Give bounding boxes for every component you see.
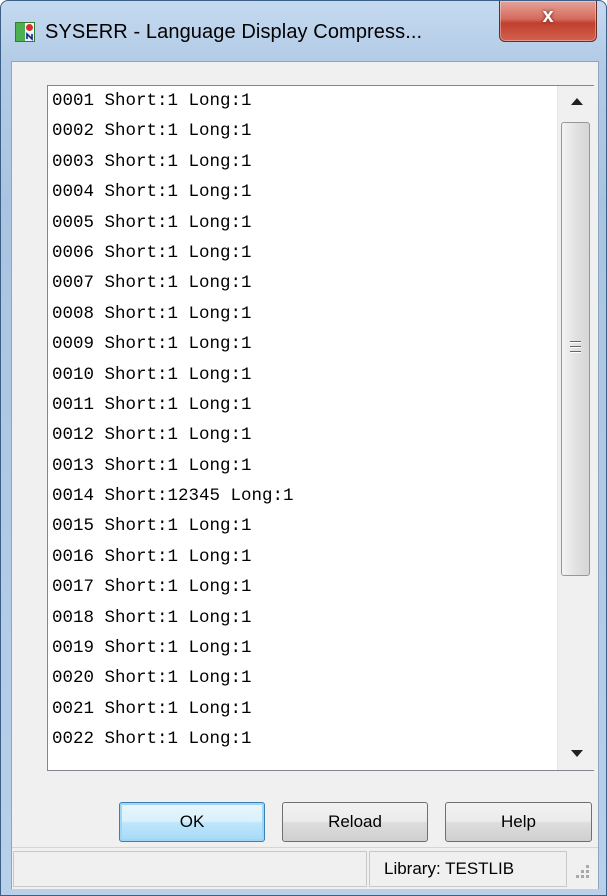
list-item[interactable]: 0006 Short:1 Long:1	[48, 238, 556, 268]
list-item[interactable]: 0018 Short:1 Long:1	[48, 603, 556, 633]
list-item[interactable]: 0004 Short:1 Long:1	[48, 177, 556, 207]
listbox-items: 0001 Short:1 Long:1 0002 Short:1 Long:1 00…	[48, 86, 556, 770]
window-title: SYSERR - Language Display Compress...	[45, 21, 423, 43]
scroll-up-button[interactable]	[558, 86, 594, 116]
reload-button[interactable]: Reload	[282, 802, 428, 842]
list-item[interactable]: 0007 Short:1 Long:1	[48, 268, 556, 298]
chevron-down-icon	[571, 750, 583, 757]
vertical-scrollbar[interactable]	[557, 86, 594, 770]
dialog-client-area: 0001 Short:1 Long:1 0002 Short:1 Long:1 00…	[11, 61, 599, 889]
list-item[interactable]: 0008 Short:1 Long:1	[48, 299, 556, 329]
list-item[interactable]: 0002 Short:1 Long:1	[48, 116, 556, 146]
list-item[interactable]: 0015 Short:1 Long:1	[48, 511, 556, 541]
scroll-thumb[interactable]	[561, 122, 590, 576]
chevron-up-icon	[571, 98, 583, 105]
list-item[interactable]: 0019 Short:1 Long:1	[48, 633, 556, 663]
list-item[interactable]: 0017 Short:1 Long:1	[48, 572, 556, 602]
help-button[interactable]: Help	[445, 802, 592, 842]
dialog-window: SYSERR - Language Display Compress... x …	[0, 0, 607, 896]
close-button[interactable]: x	[499, 1, 597, 42]
list-item[interactable]: 0001 Short:1 Long:1	[48, 86, 556, 116]
library-label: Library: TESTLIB	[384, 859, 515, 878]
list-item[interactable]: 0016 Short:1 Long:1	[48, 542, 556, 572]
list-item[interactable]: 0021 Short:1 Long:1	[48, 694, 556, 724]
list-item[interactable]: 0022 Short:1 Long:1	[48, 724, 556, 754]
list-item[interactable]: 0012 Short:1 Long:1	[48, 420, 556, 450]
list-item[interactable]: 0005 Short:1 Long:1	[48, 208, 556, 238]
language-listbox[interactable]: 0001 Short:1 Long:1 0002 Short:1 Long:1 00…	[47, 85, 594, 771]
status-panel-left	[13, 851, 367, 887]
ok-button[interactable]: OK	[119, 802, 265, 842]
list-item[interactable]: 0010 Short:1 Long:1	[48, 360, 556, 390]
list-item[interactable]: 0011 Short:1 Long:1	[48, 390, 556, 420]
close-icon: x	[542, 5, 554, 27]
thumb-grip-icon	[570, 341, 581, 353]
resize-grip-icon[interactable]	[572, 863, 592, 883]
status-panel-library: Library: TESTLIB	[369, 851, 567, 887]
list-item[interactable]: 0009 Short:1 Long:1	[48, 329, 556, 359]
list-item[interactable]: 0014 Short:12345 Long:1	[48, 481, 556, 511]
app-icon	[15, 22, 35, 42]
scroll-down-button[interactable]	[558, 740, 594, 770]
list-item[interactable]: 0003 Short:1 Long:1	[48, 147, 556, 177]
status-bar: Library: TESTLIB	[12, 847, 598, 889]
list-item[interactable]: 0013 Short:1 Long:1	[48, 451, 556, 481]
title-bar[interactable]: SYSERR - Language Display Compress... x	[1, 1, 606, 61]
list-item[interactable]: 0020 Short:1 Long:1	[48, 663, 556, 693]
